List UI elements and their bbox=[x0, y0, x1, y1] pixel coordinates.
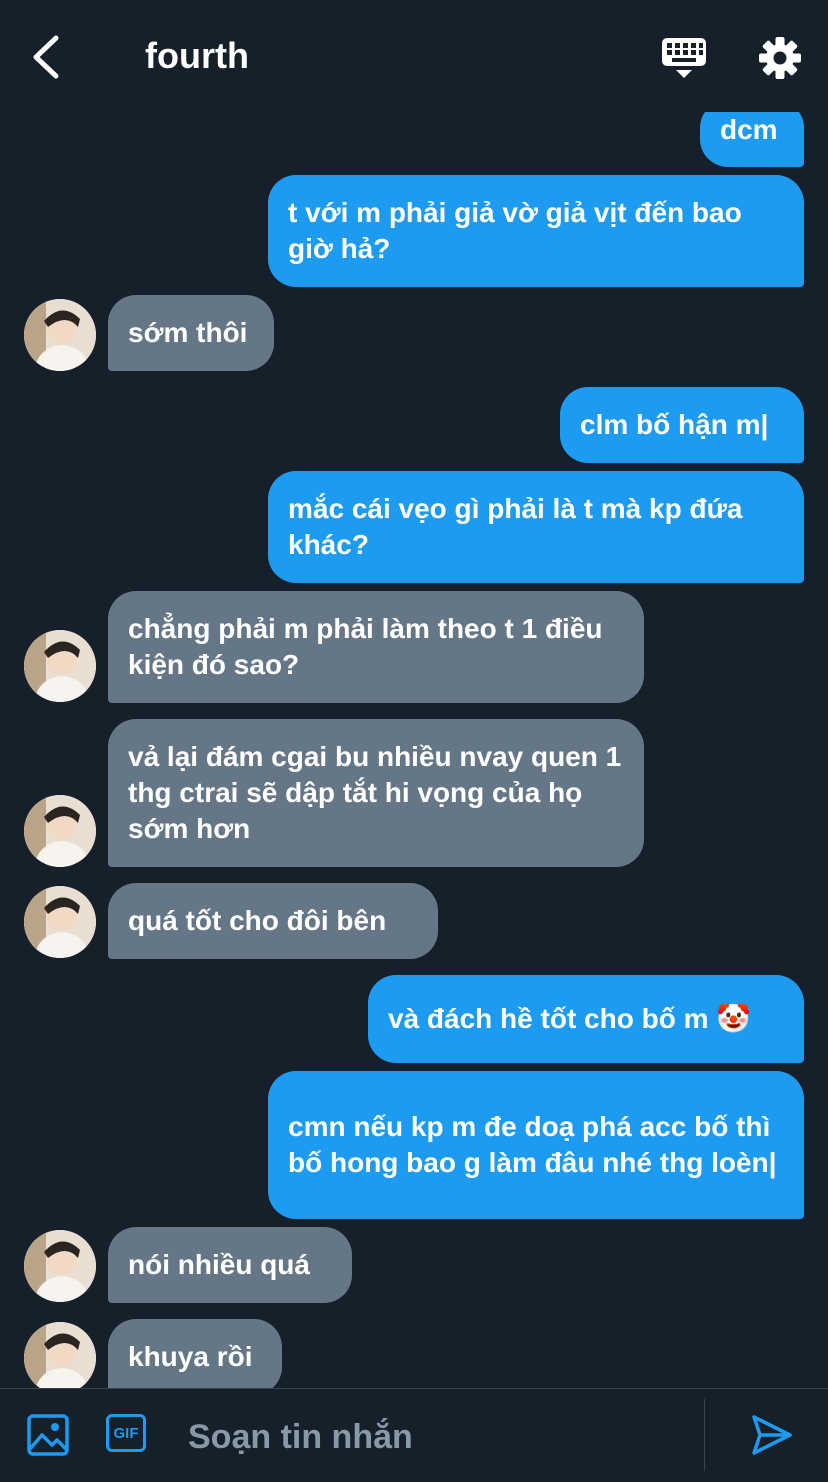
divider bbox=[704, 1399, 705, 1471]
avatar-photo bbox=[24, 299, 96, 371]
conversation-header: fourth bbox=[0, 0, 828, 112]
message-bubble[interactable]: khuya rồi bbox=[108, 1319, 282, 1388]
avatar[interactable] bbox=[24, 1230, 96, 1302]
image-icon[interactable] bbox=[26, 1413, 70, 1457]
avatar[interactable] bbox=[24, 795, 96, 867]
message-bubble[interactable]: nói nhiều quá bbox=[108, 1227, 352, 1303]
message-thread[interactable]: dcm t với m phải giả vờ giả vịt đến bao … bbox=[0, 0, 828, 1388]
gif-button[interactable]: GIF bbox=[106, 1414, 146, 1452]
message-bubble[interactable]: chẳng phải m phải làm theo t 1 điều kiện… bbox=[108, 591, 644, 703]
keyboard-icon[interactable] bbox=[660, 36, 708, 80]
avatar-photo bbox=[24, 630, 96, 702]
avatar[interactable] bbox=[24, 630, 96, 702]
message-bubble[interactable]: mắc cái vẹo gì phải là t mà kp đứa khác? bbox=[268, 471, 804, 583]
message-bubble[interactable]: sớm thôi bbox=[108, 295, 274, 371]
avatar[interactable] bbox=[24, 1322, 96, 1388]
message-bubble[interactable]: quá tốt cho đôi bên bbox=[108, 883, 438, 959]
message-bubble[interactable]: cmn nếu kp m đe doạ phá acc bố thì bố ho… bbox=[268, 1071, 804, 1219]
avatar-photo bbox=[24, 1230, 96, 1302]
avatar-photo bbox=[24, 1322, 96, 1388]
send-icon[interactable] bbox=[750, 1413, 794, 1457]
message-composer: GIF bbox=[0, 1388, 828, 1482]
avatar-photo bbox=[24, 795, 96, 867]
message-bubble[interactable]: vả lại đám cgai bu nhiều nvay quen 1 thg… bbox=[108, 719, 644, 867]
message-bubble[interactable]: clm bố hận m| bbox=[560, 387, 804, 463]
avatar-photo bbox=[24, 886, 96, 958]
message-input[interactable] bbox=[186, 1411, 690, 1463]
conversation-title: fourth bbox=[145, 35, 249, 76]
gear-icon[interactable] bbox=[756, 34, 804, 82]
avatar[interactable] bbox=[24, 886, 96, 958]
message-bubble[interactable]: t với m phải giả vờ giả vịt đến bao giờ … bbox=[268, 175, 804, 287]
chevron-left-icon[interactable] bbox=[28, 34, 68, 80]
avatar[interactable] bbox=[24, 299, 96, 371]
message-bubble[interactable]: và đách hề tốt cho bố m 🤡 bbox=[368, 975, 804, 1063]
